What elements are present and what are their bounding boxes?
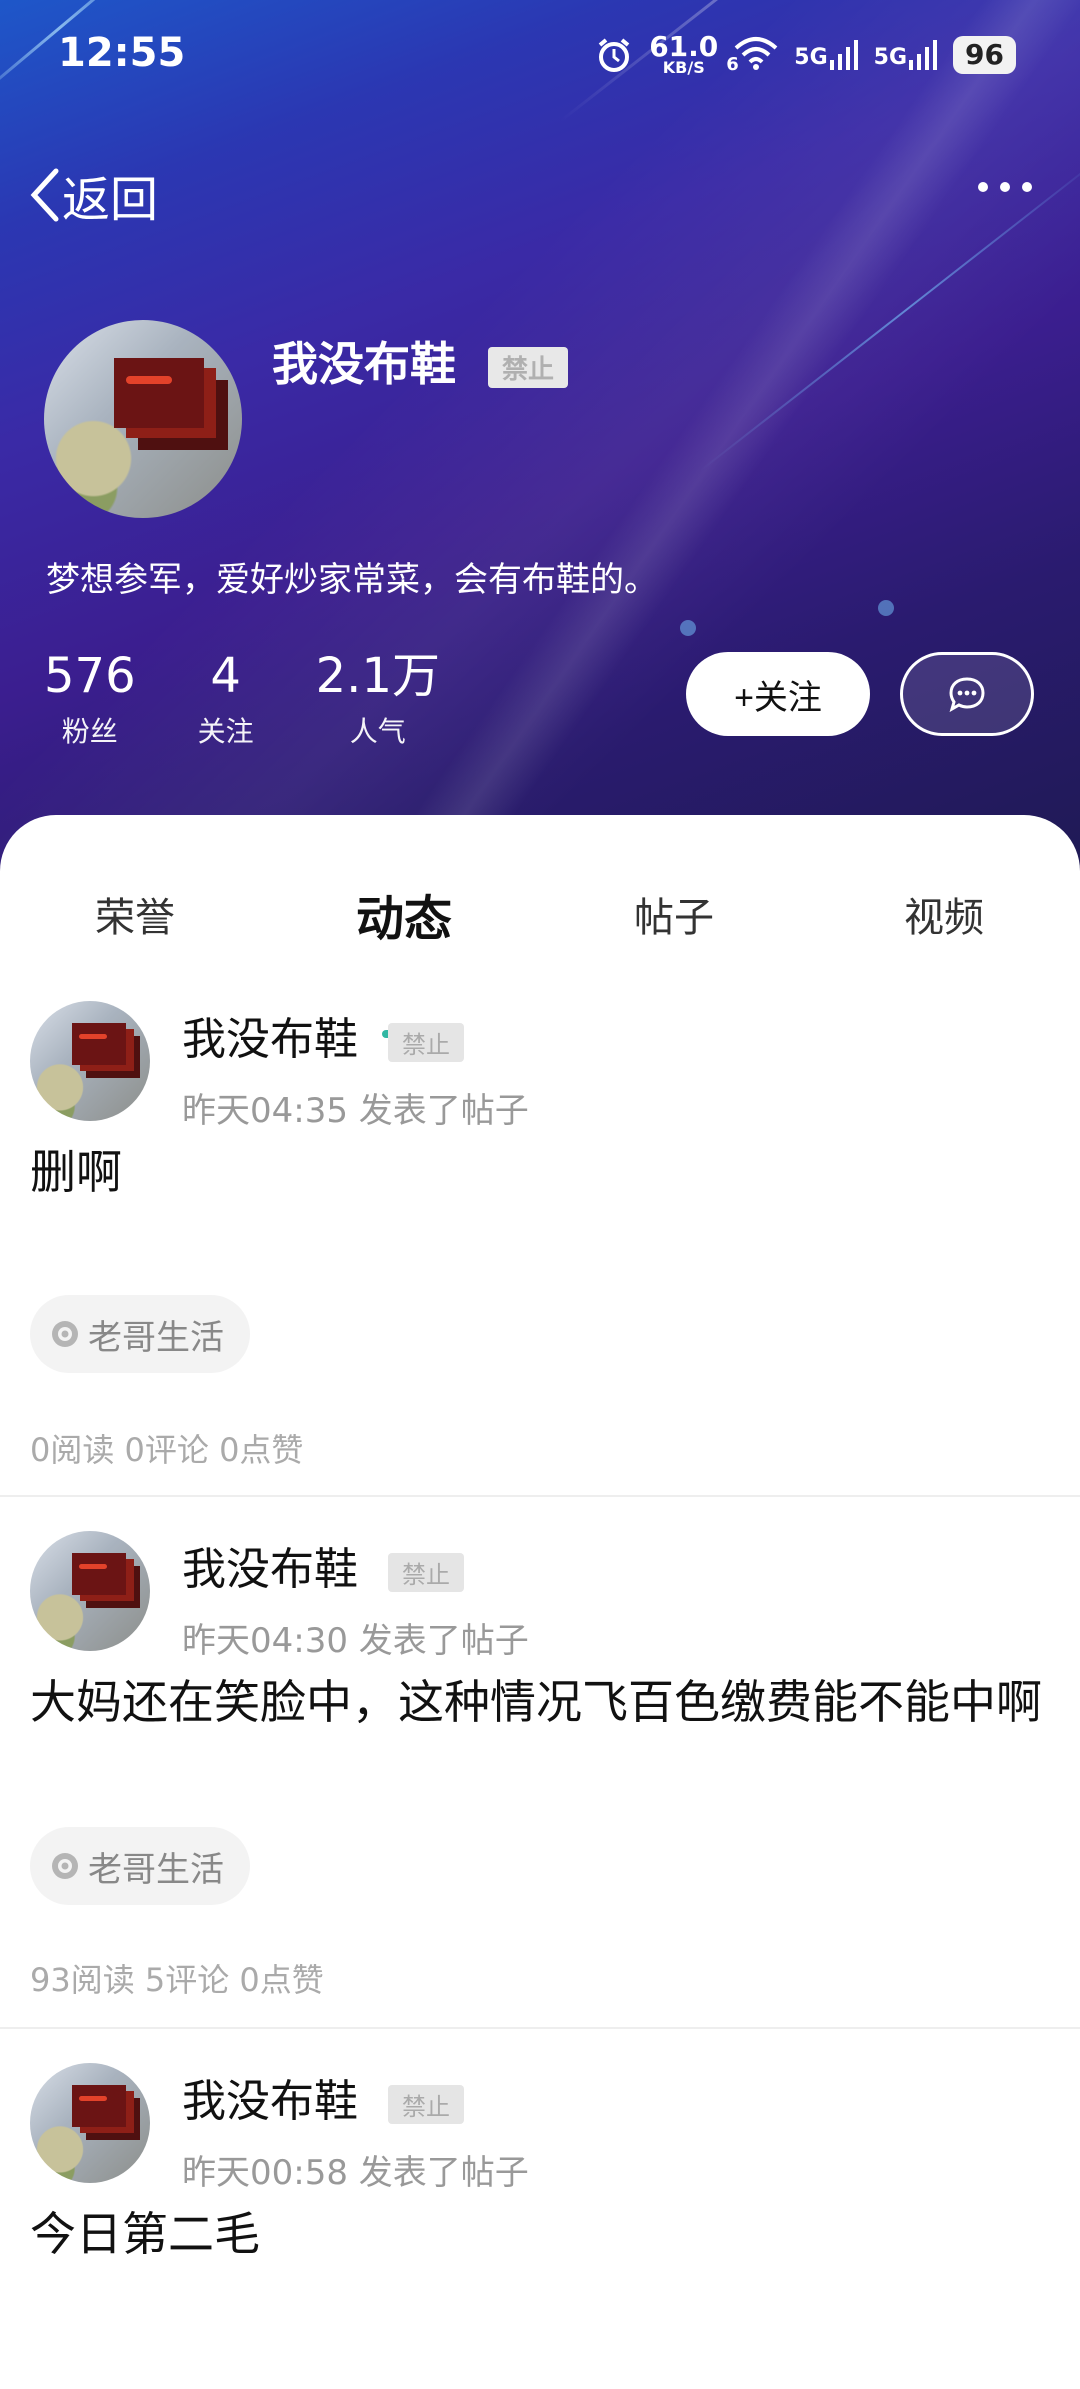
- message-button[interactable]: [900, 652, 1034, 736]
- profile-tabs: 荣誉 动态 帖子 视频: [0, 885, 1080, 1038]
- profile-avatar[interactable]: [44, 320, 242, 518]
- signal-bars-icon: [829, 40, 858, 70]
- topic-circle-icon: [52, 1853, 78, 1879]
- more-dot: [978, 182, 988, 192]
- topic-tag[interactable]: 老哥生活: [30, 1827, 250, 1905]
- light-streak: [699, 150, 1080, 472]
- post-time: 昨天00:58: [182, 2153, 348, 2193]
- chat-bubble-icon: [949, 677, 985, 713]
- post-time: 昨天04:30: [182, 1621, 348, 1661]
- tab-activity[interactable]: 动态: [356, 879, 452, 949]
- post-action: 发表了帖子: [358, 1621, 529, 1661]
- post-meta: 昨天04:30 发表了帖子: [182, 1613, 529, 1662]
- cellular-signal-1: 5G: [794, 40, 858, 70]
- signal-bars-icon: [909, 40, 938, 70]
- feed-post[interactable]: 我没布鞋 禁止 昨天04:35 发表了帖子 删啊 老哥生活 0阅读 0评论 0点…: [0, 995, 1080, 1497]
- profile-username: 我没布鞋 禁止: [272, 328, 569, 394]
- post-stats: 0阅读 0评论 0点赞: [30, 1431, 304, 1469]
- back-button[interactable]: 返回: [26, 160, 158, 230]
- more-dot: [1022, 182, 1032, 192]
- wifi-icon: [734, 37, 778, 70]
- topic-tag[interactable]: 老哥生活: [30, 1295, 250, 1373]
- status-icons: 61.0 KB/S 6 5G 5G 96: [595, 33, 1016, 76]
- more-options-button[interactable]: [978, 182, 1032, 192]
- stat-label: 人气: [349, 715, 406, 748]
- ban-badge: 禁止: [388, 1552, 464, 1592]
- post-author-name: 我没布鞋: [182, 1544, 358, 1595]
- cellular-signal-2: 5G: [873, 40, 938, 70]
- network-type-label: 5G: [873, 45, 908, 70]
- avatar-image-detail: [72, 2085, 126, 2127]
- profile-header-background: 12:55 61.0 KB/S 6 5G 5G 96 返回 我没布鞋 禁止 梦想…: [0, 0, 1080, 880]
- tab-honors[interactable]: 荣誉: [95, 885, 175, 943]
- battery-indicator: 96: [953, 36, 1016, 74]
- back-label: 返回: [62, 172, 159, 228]
- alarm-icon: [598, 38, 630, 72]
- post-author-avatar[interactable]: [30, 1531, 150, 1651]
- stat-value: 4: [210, 648, 241, 704]
- ban-badge: 禁止: [388, 1022, 464, 1062]
- stat-label: 粉丝: [61, 715, 118, 748]
- glow-dot: [680, 620, 696, 636]
- glow-dot: [878, 600, 894, 616]
- avatar-image-detail: [72, 1553, 126, 1595]
- activity-feed: 我没布鞋 禁止 昨天04:35 发表了帖子 删啊 老哥生活 0阅读 0评论 0点…: [0, 995, 1080, 2389]
- tab-posts[interactable]: 帖子: [634, 885, 714, 943]
- topic-label: 老哥生活: [88, 1849, 224, 1890]
- ban-badge: 禁止: [388, 2084, 464, 2124]
- stat-fans[interactable]: 576 粉丝: [44, 648, 136, 750]
- network-type-label: 5G: [794, 45, 828, 70]
- follow-button[interactable]: +关注: [686, 652, 870, 736]
- avatar-image-detail: [114, 358, 204, 428]
- network-speed: 61.0 KB/S: [649, 33, 718, 76]
- status-time: 12:55: [58, 30, 186, 76]
- post-author-name: 我没布鞋: [182, 1014, 358, 1065]
- post-author-name: 我没布鞋: [182, 2076, 358, 2127]
- post-author: 我没布鞋 禁止: [182, 1003, 464, 1067]
- ban-badge: 禁止: [488, 347, 569, 388]
- post-content: 今日第二毛: [30, 2207, 260, 2261]
- content-sheet: 荣誉 动态 帖子 视频 我没布鞋 禁止 昨天04:35 发表了帖子 删啊 老哥生…: [0, 815, 1080, 2376]
- wifi-indicator: 6: [726, 36, 778, 75]
- topic-label: 老哥生活: [88, 1317, 224, 1358]
- post-meta: 昨天04:35 发表了帖子: [182, 1083, 529, 1132]
- avatar-image-detail: [72, 1023, 126, 1065]
- profile-username-text: 我没布鞋: [272, 337, 456, 391]
- topic-circle-icon: [52, 1321, 78, 1347]
- post-action: 发表了帖子: [358, 2153, 529, 2193]
- stat-value: 576: [44, 648, 136, 704]
- profile-bio: 梦想参军，爱好炒家常菜，会有布鞋的。: [46, 560, 658, 600]
- stat-value: 2.1万: [315, 648, 440, 704]
- post-stats: 93阅读 5评论 0点赞: [30, 1961, 324, 1999]
- wifi-generation: 6: [726, 54, 739, 75]
- more-dot: [1000, 182, 1010, 192]
- profile-stats: 576 粉丝 4 关注 2.1万 人气: [44, 648, 440, 750]
- post-action: 发表了帖子: [358, 1091, 529, 1131]
- post-time: 昨天04:35: [182, 1091, 348, 1131]
- feed-post[interactable]: 我没布鞋 禁止 昨天04:30 发表了帖子 大妈还在笑脸中，这种情况飞百色缴费能…: [0, 1497, 1080, 2029]
- status-bar: 12:55 61.0 KB/S 6 5G 5G 96: [0, 0, 1080, 120]
- stat-following[interactable]: 4 关注: [198, 648, 254, 750]
- stat-popularity: 2.1万 人气: [316, 648, 440, 750]
- post-author-avatar[interactable]: [30, 2063, 150, 2183]
- post-content: 删啊: [30, 1145, 122, 1199]
- post-author-avatar[interactable]: [30, 1001, 150, 1121]
- post-author: 我没布鞋 禁止: [182, 1533, 464, 1597]
- feed-post[interactable]: 我没布鞋 禁止 昨天00:58 发表了帖子 今日第二毛: [0, 2029, 1080, 2389]
- post-content: 大妈还在笑脸中，这种情况飞百色缴费能不能中啊: [30, 1675, 1042, 1729]
- stat-label: 关注: [197, 715, 254, 748]
- chevron-left-icon: [30, 168, 59, 222]
- post-author: 我没布鞋 禁止: [182, 2065, 464, 2129]
- tab-videos[interactable]: 视频: [904, 885, 984, 943]
- post-meta: 昨天00:58 发表了帖子: [182, 2145, 529, 2194]
